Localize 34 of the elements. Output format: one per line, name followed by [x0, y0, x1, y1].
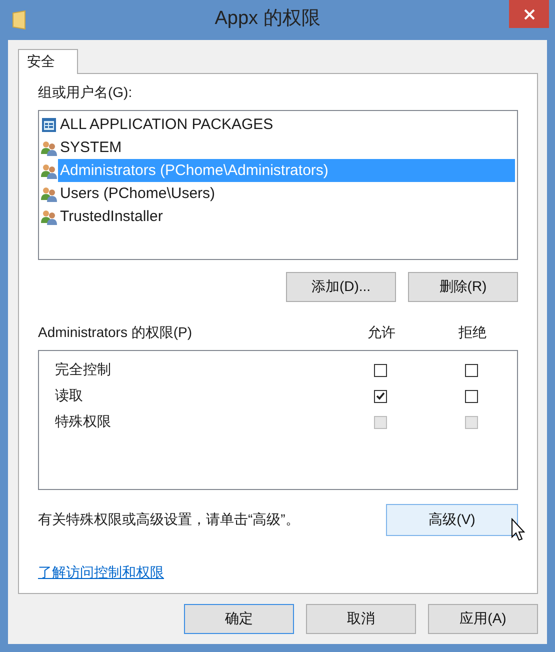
- checkbox[interactable]: [374, 390, 387, 402]
- dialog-button[interactable]: 删除(R): [408, 272, 518, 302]
- folder-icon: [12, 10, 26, 30]
- list-item[interactable]: ALL APPLICATION PACKAGES: [58, 113, 515, 136]
- window-title: Appx 的权限: [214, 7, 322, 31]
- permission-name: 特殊权限: [55, 413, 112, 431]
- permissions-label: Administrators 的权限(P): [38, 324, 194, 342]
- close-button[interactable]: [509, 0, 549, 28]
- list-item[interactable]: Users (PChome\Users): [58, 182, 515, 205]
- column-header: 拒绝: [458, 324, 488, 342]
- tab[interactable]: 安全: [18, 49, 78, 74]
- package-icon: [41, 116, 57, 132]
- users-icon: [41, 162, 57, 178]
- groups-label: 组或用户名(G):: [38, 84, 134, 102]
- advanced-button[interactable]: 高级(V): [386, 504, 518, 536]
- checkbox[interactable]: [374, 364, 387, 376]
- permission-name: 完全控制: [55, 361, 112, 379]
- list-item[interactable]: TrustedInstaller: [58, 205, 515, 228]
- users-icon: [41, 140, 57, 156]
- users-icon: [41, 186, 57, 202]
- users-icon: [41, 208, 57, 224]
- dialog-button[interactable]: 应用(A): [428, 604, 538, 634]
- checkbox[interactable]: [465, 390, 478, 402]
- column-header: 允许: [366, 324, 396, 342]
- help-link[interactable]: 了解访问控制和权限: [38, 564, 164, 582]
- cursor-icon: [511, 518, 526, 542]
- permission-name: 读取: [55, 387, 84, 405]
- dialog-button[interactable]: 添加(D)...: [286, 272, 396, 302]
- list-item[interactable]: SYSTEM: [58, 136, 515, 159]
- close-icon: [524, 8, 534, 20]
- checkbox[interactable]: [465, 364, 478, 376]
- dialog-button[interactable]: 取消: [306, 604, 416, 634]
- dialog-button[interactable]: 确定: [184, 604, 294, 634]
- advanced-hint: 有关特殊权限或高级设置，请单击“高级”。: [38, 511, 300, 529]
